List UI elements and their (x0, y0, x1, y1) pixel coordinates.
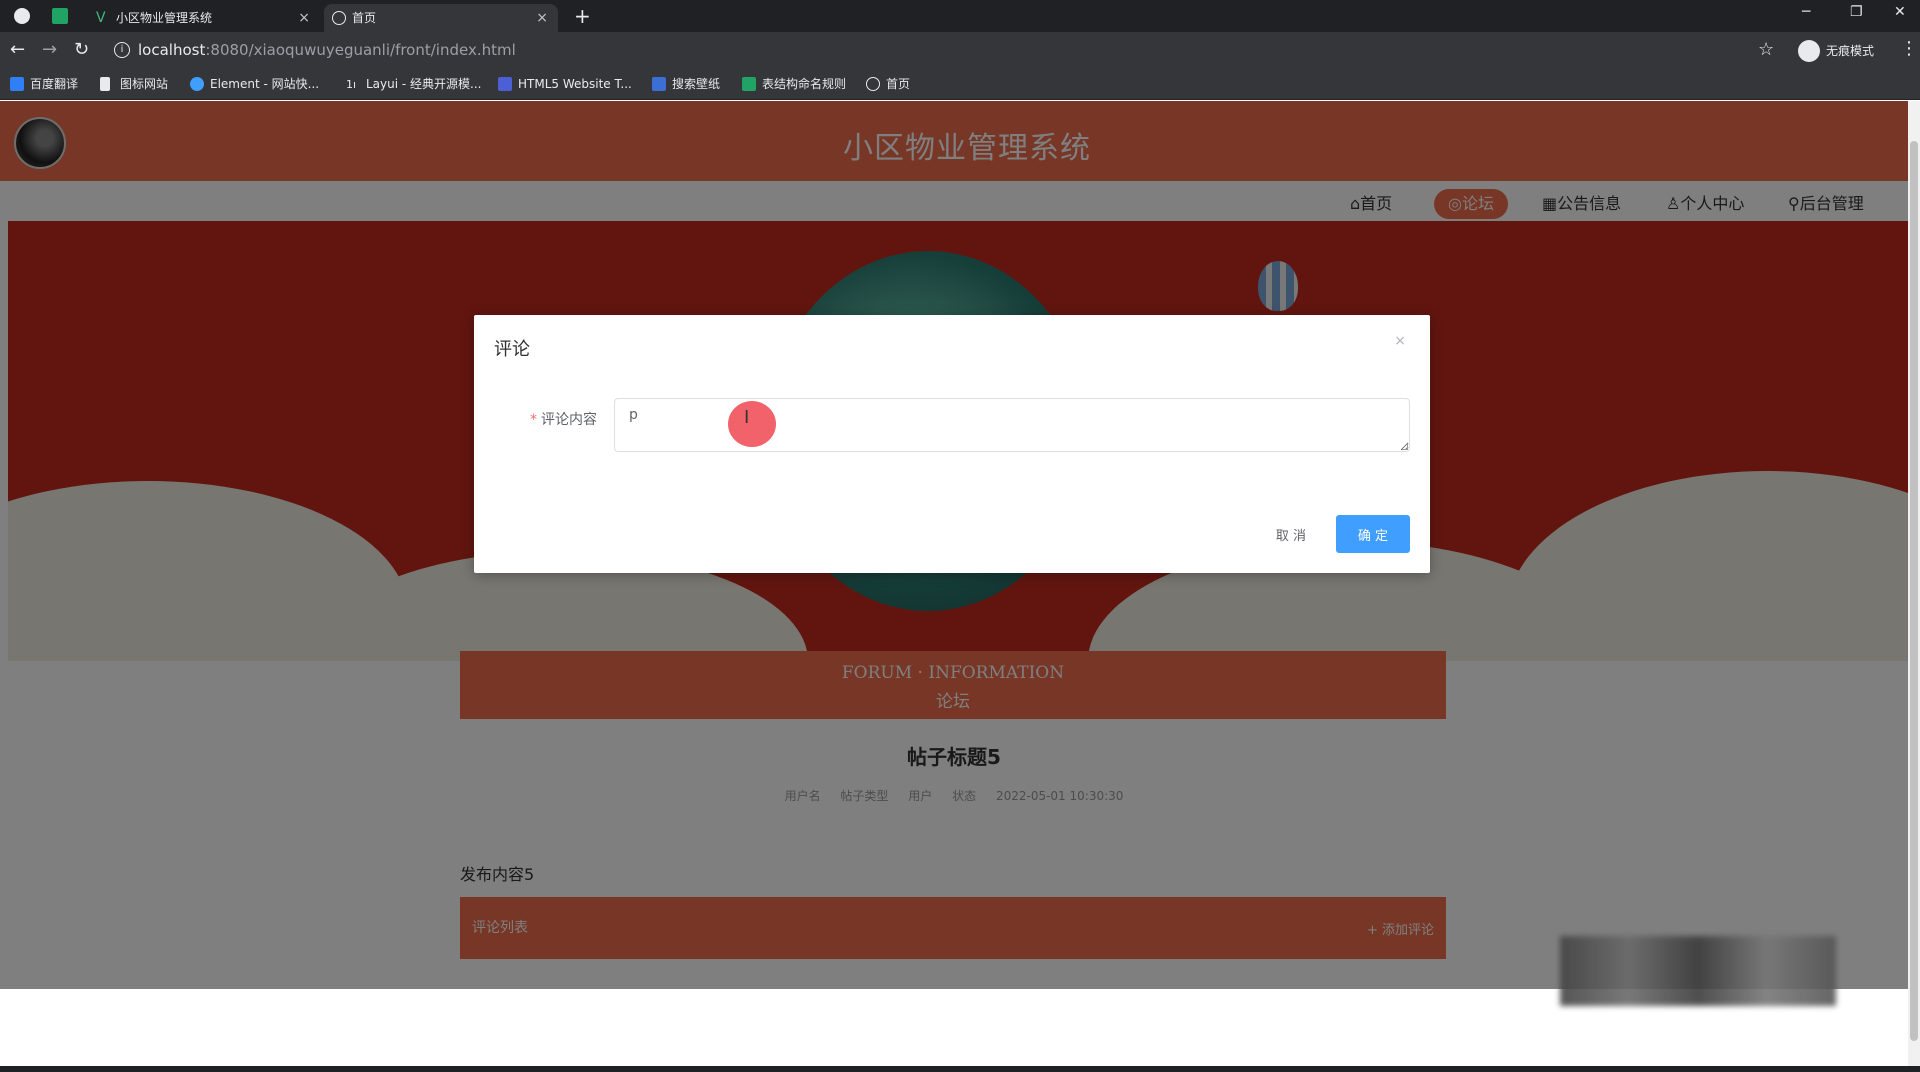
comment-content-label: * 评论内容 (530, 409, 597, 429)
translate-icon (10, 77, 24, 91)
back-icon[interactable]: ← (10, 40, 25, 60)
url-field[interactable]: localhost:8080/xiaoquwuyeguanli/front/in… (138, 40, 516, 60)
tab-close-icon[interactable]: × (536, 4, 548, 32)
close-icon[interactable]: × (1394, 333, 1406, 349)
browser-globe-icon[interactable] (14, 8, 30, 24)
scrollbar-thumb[interactable] (1910, 141, 1918, 1041)
tab-property-system[interactable]: V 小区物业管理系统 × (88, 4, 320, 32)
address-bar: ← → ↻ i localhost:8080/xiaoquwuyeguanli/… (0, 32, 1920, 68)
field-label-text: 评论内容 (541, 412, 597, 428)
blurred-region (1560, 936, 1836, 1006)
text-cursor-icon: I (744, 407, 750, 428)
bookmark-item[interactable]: 首页 (866, 76, 910, 92)
bookmark-star-icon[interactable]: ☆ (1758, 39, 1774, 60)
minimize-icon[interactable]: ─ (1802, 4, 1810, 20)
reload-icon[interactable]: ↻ (74, 40, 89, 60)
new-tab-button[interactable]: + (574, 4, 591, 28)
element-icon (190, 77, 204, 91)
incognito-label[interactable]: 无痕模式 (1826, 42, 1874, 59)
pinned-tab-icon[interactable] (52, 8, 68, 24)
flag-icon (100, 77, 110, 91)
textarea-resize-handle[interactable] (1402, 444, 1408, 450)
vue-icon: V (96, 10, 106, 26)
sheet-icon (742, 77, 756, 91)
dialog-title: 评论 (494, 339, 530, 360)
browser-tab-bar: V 小区物业管理系统 × 首页 × + ─ ❐ ✕ (0, 0, 1920, 32)
window-close-icon[interactable]: ✕ (1894, 4, 1906, 20)
bookmark-item[interactable]: 表结构命名规则 (742, 76, 846, 92)
layui-icon: 1ı (346, 78, 357, 91)
site-info-icon[interactable]: i (114, 42, 130, 58)
html5-icon (498, 77, 512, 91)
restore-icon[interactable]: ❐ (1850, 4, 1863, 20)
bookmark-item[interactable]: 1ı Layui - 经典开源模... (346, 76, 481, 92)
bookmark-label: 图标网站 (120, 77, 169, 91)
cancel-button[interactable]: 取 消 (1258, 515, 1324, 553)
globe-icon (866, 77, 880, 91)
required-mark: * (530, 412, 537, 428)
bookmark-label: 表结构命名规则 (762, 77, 847, 91)
page-scrollbar[interactable] (1908, 101, 1920, 1072)
comment-dialog: 评论 × * 评论内容 p I 取 消 确 定 (474, 315, 1430, 573)
bookmark-label: 搜索壁纸 (672, 77, 721, 91)
browser-menu-icon[interactable]: ⋮ (1900, 38, 1918, 59)
bookmark-item[interactable]: HTML5 Website T... (498, 76, 632, 92)
forward-icon[interactable]: → (42, 40, 57, 60)
bookmark-label: Element - 网站快... (210, 77, 320, 91)
incognito-icon[interactable] (1798, 40, 1820, 62)
tab-close-icon[interactable]: × (298, 4, 310, 32)
url-host: localhost (138, 41, 206, 59)
globe-icon (332, 11, 346, 25)
bookmark-label: 百度翻译 (30, 77, 79, 91)
url-path: :8080/xiaoquwuyeguanli/front/index.html (205, 41, 516, 59)
confirm-button[interactable]: 确 定 (1336, 515, 1410, 553)
bookmark-item[interactable]: Element - 网站快... (190, 76, 319, 92)
bookmark-item[interactable]: 百度翻译 (10, 76, 78, 92)
bookmark-item[interactable]: 图标网站 (100, 76, 168, 92)
wallpaper-icon (652, 77, 666, 91)
bookmark-item[interactable]: 搜索壁纸 (652, 76, 720, 92)
bookmark-label: 首页 (886, 77, 911, 91)
tab-title: 小区物业管理系统 (116, 11, 213, 25)
tab-title: 首页 (352, 11, 377, 25)
click-highlight (728, 401, 776, 447)
bookmark-label: Layui - 经典开源模... (366, 77, 482, 91)
bookmarks-bar: 百度翻译 图标网站 Element - 网站快... 1ı Layui - 经典开… (0, 68, 1920, 100)
tab-home[interactable]: 首页 × (324, 4, 558, 32)
window-bottom-edge (0, 1066, 1920, 1072)
bookmark-label: HTML5 Website T... (518, 77, 632, 91)
